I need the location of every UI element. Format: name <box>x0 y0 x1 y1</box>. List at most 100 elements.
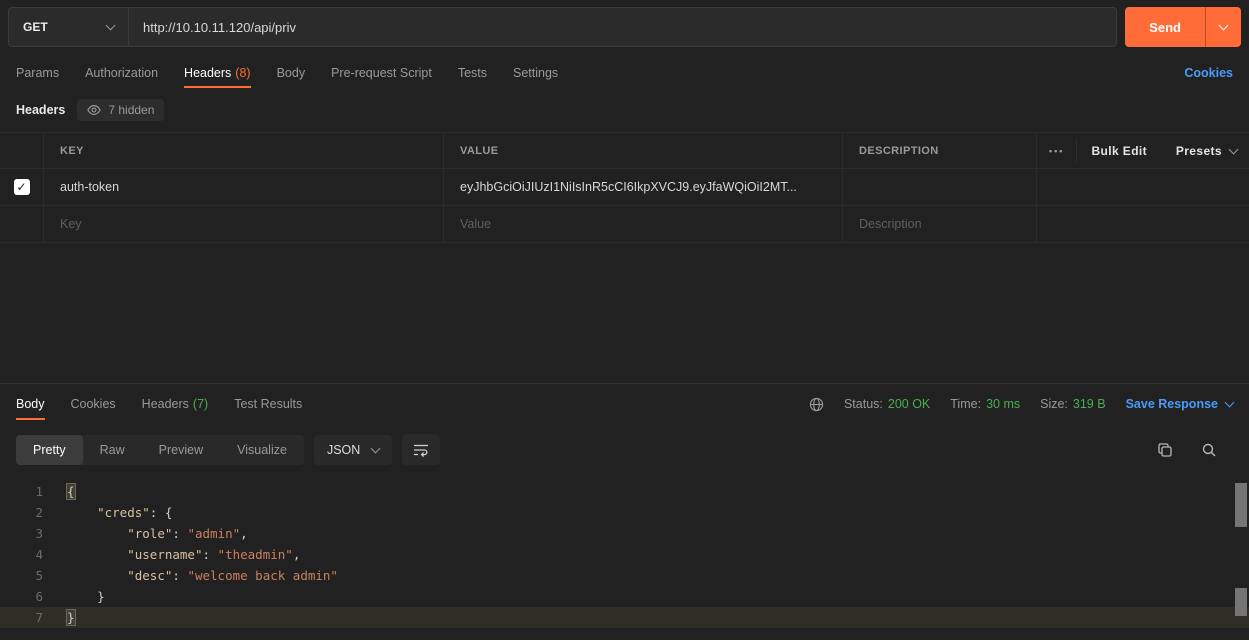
more-options-icon[interactable]: ••• <box>1037 146 1076 156</box>
line-number: 1 <box>0 481 52 502</box>
method-select[interactable]: GET <box>9 8 129 46</box>
response-toolbar: Pretty Raw Preview Visualize JSON <box>0 424 1249 475</box>
line-number: 2 <box>0 502 52 523</box>
request-bar: GET Send <box>0 0 1249 54</box>
size-label: Size: <box>1040 397 1068 411</box>
response-section: Body Cookies Headers (7) Test Results St… <box>0 383 1249 628</box>
wrap-text-icon <box>413 443 429 457</box>
value-input[interactable] <box>460 217 826 231</box>
line-content: } <box>52 586 105 607</box>
row-checkbox-cell <box>0 206 44 242</box>
view-switcher: Pretty Raw Preview Visualize <box>16 435 304 465</box>
hidden-headers-toggle[interactable]: 7 hidden <box>77 99 164 121</box>
column-description: DESCRIPTION <box>843 133 1037 168</box>
wrap-text-button[interactable] <box>402 434 440 465</box>
tab-authorization[interactable]: Authorization <box>85 54 158 92</box>
code-line: 3 "role": "admin", <box>0 523 1249 544</box>
response-tab-test-results[interactable]: Test Results <box>234 384 302 424</box>
table-header-row: KEY VALUE DESCRIPTION ••• Bulk Edit Pres… <box>0 132 1249 169</box>
key-cell[interactable]: auth-token <box>44 169 444 205</box>
view-raw[interactable]: Raw <box>83 435 142 465</box>
description-input[interactable] <box>859 217 1020 231</box>
scrollbar-thumb[interactable] <box>1235 483 1247 527</box>
response-tab-headers[interactable]: Headers (7) <box>142 384 209 424</box>
network-globe-icon[interactable] <box>809 397 824 412</box>
chevron-down-icon <box>371 443 381 453</box>
row-controls-cell <box>1037 206 1249 242</box>
line-content: "desc": "welcome back admin" <box>52 565 338 586</box>
tab-body[interactable]: Body <box>277 54 306 92</box>
line-content: "creds": { <box>52 502 172 523</box>
save-response-label: Save Response <box>1126 397 1218 411</box>
tab-headers[interactable]: Headers (8) <box>184 54 251 92</box>
response-tab-cookies[interactable]: Cookies <box>71 384 116 424</box>
header-value: eyJhbGciOiJIUzI1NiIsInR5cCI6IkpXVCJ9.eyJ… <box>460 180 797 194</box>
tab-params[interactable]: Params <box>16 54 59 92</box>
line-number: 6 <box>0 586 52 607</box>
description-cell[interactable] <box>843 169 1037 205</box>
chevron-down-icon <box>106 21 116 31</box>
tab-settings[interactable]: Settings <box>513 54 558 92</box>
time-indicator: Time: 30 ms <box>950 397 1020 411</box>
response-meta: Status: 200 OK Time: 30 ms Size: 319 B S… <box>809 397 1233 412</box>
headers-subrow: Headers 7 hidden <box>0 92 1249 128</box>
scrollbar-thumb[interactable] <box>1235 588 1247 616</box>
tab-tests[interactable]: Tests <box>458 54 487 92</box>
chevron-down-icon <box>1229 144 1239 154</box>
column-value: VALUE <box>444 133 843 168</box>
response-tab-body[interactable]: Body <box>16 384 45 424</box>
request-tabs: Params Authorization Headers (8) Body Pr… <box>0 54 1249 92</box>
code-line: 4 "username": "theadmin", <box>0 544 1249 565</box>
line-number: 5 <box>0 565 52 586</box>
size-value: 319 B <box>1073 397 1106 411</box>
method-label: GET <box>23 20 48 34</box>
row-checkbox-cell: ✓ <box>0 169 44 205</box>
presets-dropdown[interactable]: Presets <box>1162 144 1237 158</box>
line-number: 3 <box>0 523 52 544</box>
search-button[interactable] <box>1201 442 1217 458</box>
cookies-link[interactable]: Cookies <box>1184 66 1233 80</box>
view-preview[interactable]: Preview <box>142 435 220 465</box>
chevron-down-icon <box>1225 398 1235 408</box>
header-key: auth-token <box>60 180 119 194</box>
line-content: } <box>52 607 75 628</box>
time-value: 30 ms <box>986 397 1020 411</box>
url-input[interactable] <box>129 8 1116 46</box>
empty-area <box>0 243 1249 383</box>
response-body-viewer[interactable]: 1{2 "creds": {3 "role": "admin",4 "usern… <box>0 475 1249 628</box>
code-line: 6 } <box>0 586 1249 607</box>
code-line: 2 "creds": { <box>0 502 1249 523</box>
value-cell[interactable]: eyJhbGciOiJIUzI1NiIsInR5cCI6IkpXVCJ9.eyJ… <box>444 169 843 205</box>
value-cell <box>444 206 843 242</box>
view-visualize[interactable]: Visualize <box>220 435 304 465</box>
copy-button[interactable] <box>1157 442 1173 458</box>
postman-app: GET Send Params Authorization Headers (8… <box>0 0 1249 640</box>
row-controls-cell <box>1037 169 1249 205</box>
format-dropdown[interactable]: JSON <box>314 435 392 465</box>
header-checkbox-cell <box>0 133 44 168</box>
bulk-edit-button[interactable]: Bulk Edit <box>1077 144 1161 158</box>
table-row: ✓ auth-token eyJhbGciOiJIUzI1NiIsInR5cCI… <box>0 169 1249 206</box>
response-tab-headers-label: Headers <box>142 397 189 411</box>
status-label: Status: <box>844 397 883 411</box>
tab-prerequest-script[interactable]: Pre-request Script <box>331 54 432 92</box>
row-checkbox[interactable]: ✓ <box>14 179 30 195</box>
search-icon <box>1201 442 1217 458</box>
hidden-headers-label: 7 hidden <box>108 103 154 117</box>
time-label: Time: <box>950 397 981 411</box>
eye-icon <box>87 103 101 117</box>
view-pretty[interactable]: Pretty <box>16 435 83 465</box>
headers-panel-title: Headers <box>16 103 65 117</box>
code-line: 7} <box>0 607 1249 628</box>
send-options-button[interactable] <box>1205 7 1241 47</box>
send-button[interactable]: Send <box>1125 7 1205 47</box>
save-response-button[interactable]: Save Response <box>1126 397 1233 411</box>
response-tabs: Body Cookies Headers (7) Test Results St… <box>0 384 1249 424</box>
line-content: { <box>52 481 75 502</box>
tab-headers-count: (8) <box>235 66 250 80</box>
line-content: "role": "admin", <box>52 523 248 544</box>
code-line: 5 "desc": "welcome back admin" <box>0 565 1249 586</box>
response-toolbar-right <box>1157 442 1233 458</box>
key-input[interactable] <box>60 217 427 231</box>
send-button-group: Send <box>1125 7 1241 47</box>
